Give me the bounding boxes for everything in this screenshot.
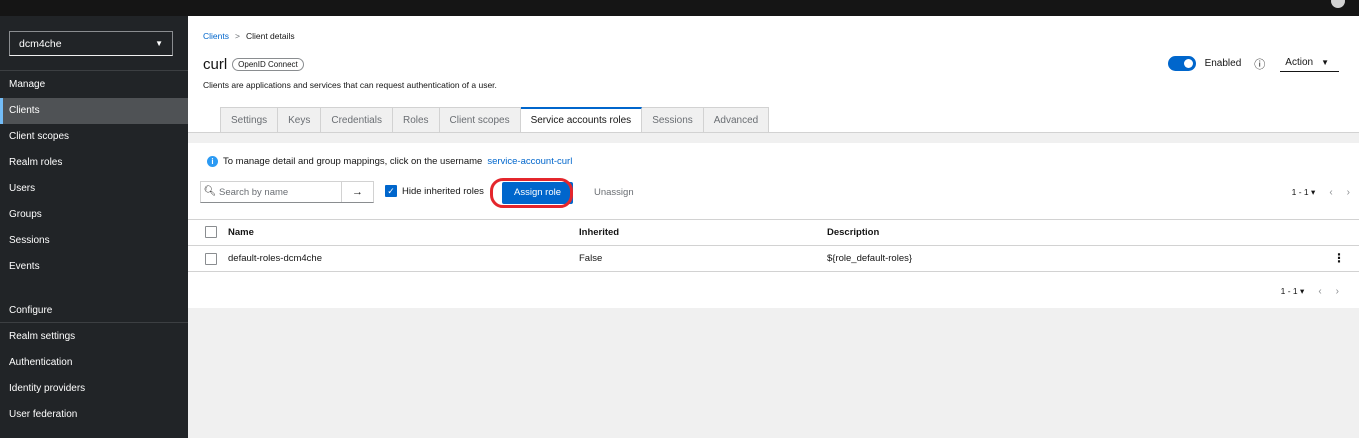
sidebar-item-client-scopes[interactable]: Client scopes: [0, 124, 188, 150]
sidebar-item-clients[interactable]: Clients: [0, 98, 188, 124]
checkbox-checked-icon[interactable]: ✓: [385, 185, 397, 197]
sidebar-item-realm-roles[interactable]: Realm roles: [0, 150, 188, 176]
protocol-badge: OpenID Connect: [232, 58, 304, 71]
table-header: Name Inherited Description: [188, 219, 1359, 246]
realm-selector[interactable]: dcm4che ▼: [9, 31, 173, 56]
search-box: 🔍︎ →: [200, 181, 374, 203]
search-submit-arrow-icon[interactable]: →: [341, 182, 373, 202]
sidebar: dcm4che ▼ Manage Clients Client scopes R…: [0, 16, 188, 438]
sidebar-item-groups[interactable]: Groups: [0, 202, 188, 228]
header-actions: Enabled ⓘ Action ▼: [1167, 55, 1339, 72]
search-icon: 🔍︎: [203, 186, 217, 197]
sidebar-item-users[interactable]: Users: [0, 176, 188, 202]
enabled-label: Enabled: [1204, 58, 1242, 69]
user-avatar[interactable]: [1331, 0, 1345, 8]
table-row: default-roles-dcm4che False ${role_defau…: [188, 246, 1359, 272]
search-input[interactable]: [219, 182, 339, 202]
service-accounts-panel: i To manage detail and group mappings, c…: [188, 143, 1359, 308]
title-row: curl OpenID Connect: [203, 56, 304, 73]
tab-advanced[interactable]: Advanced: [703, 107, 770, 133]
row-checkbox[interactable]: [205, 253, 217, 265]
roles-table: Name Inherited Description default-roles…: [188, 219, 1359, 272]
next-page-icon[interactable]: ›: [1347, 187, 1350, 198]
prev-page-icon[interactable]: ‹: [1329, 187, 1332, 198]
kebab-menu-icon[interactable]: ⋮: [1333, 246, 1345, 270]
tab-roles[interactable]: Roles: [392, 107, 440, 133]
action-label: Action: [1285, 57, 1314, 68]
column-header-name[interactable]: Name: [228, 220, 254, 246]
tab-settings[interactable]: Settings: [220, 107, 279, 133]
tab-service-accounts-roles[interactable]: Service accounts roles: [520, 107, 643, 133]
main-content: Clients > Client details curl OpenID Con…: [188, 16, 1359, 438]
sidebar-item-realm-settings[interactable]: Realm settings: [0, 324, 188, 350]
pagination-bottom: 1 - 1 ▾ ‹ ›: [1281, 286, 1339, 297]
prev-page-icon[interactable]: ‹: [1318, 286, 1321, 297]
realm-name: dcm4che: [19, 37, 62, 50]
caret-down-icon: ▾: [1311, 187, 1316, 197]
column-header-inherited: Inherited: [579, 227, 620, 238]
unassign-button[interactable]: Unassign: [594, 187, 634, 198]
roles-toolbar: 🔍︎ → ✓ Hide inherited roles Assign role …: [200, 178, 1350, 208]
nav-divider: [0, 70, 188, 71]
role-inherited: False: [579, 253, 603, 264]
next-page-icon[interactable]: ›: [1336, 286, 1339, 297]
tab-credentials[interactable]: Credentials: [321, 107, 393, 133]
sidebar-item-sessions[interactable]: Sessions: [0, 228, 188, 254]
breadcrumb: Clients > Client details: [203, 31, 295, 41]
page-title: curl: [203, 56, 228, 73]
tab-keys[interactable]: Keys: [278, 107, 322, 133]
info-icon: i: [207, 156, 218, 167]
sidebar-item-events[interactable]: Events: [0, 254, 188, 280]
column-header-description: Description: [827, 227, 880, 238]
page-subtitle: Clients are applications and services th…: [203, 80, 497, 90]
tab-content-area: i To manage detail and group mappings, c…: [188, 133, 1359, 438]
caret-down-icon: ▼: [155, 39, 163, 48]
enabled-toggle[interactable]: [1167, 56, 1196, 71]
select-all-checkbox[interactable]: [205, 226, 217, 238]
role-description: ${role_default-roles}: [827, 253, 913, 264]
pagination-toggle[interactable]: 1 - 1 ▾: [1292, 187, 1316, 198]
nav-section-configure: Configure: [9, 305, 53, 316]
info-message: i To manage detail and group mappings, c…: [207, 156, 572, 167]
breadcrumb-current: Client details: [245, 31, 295, 41]
pagination-top: 1 - 1 ▾ ‹ ›: [1292, 187, 1350, 198]
breadcrumb-separator: >: [234, 31, 240, 41]
tab-client-scopes[interactable]: Client scopes: [439, 107, 521, 133]
breadcrumb-clients-link[interactable]: Clients: [203, 31, 229, 41]
hide-inherited-roles-checkbox[interactable]: ✓ Hide inherited roles: [385, 185, 484, 197]
nav-divider: [0, 322, 188, 323]
nav-section-manage: Manage: [9, 79, 46, 90]
highlight-ring: [490, 178, 573, 208]
caret-down-icon: ▾: [1300, 286, 1305, 296]
service-account-user-link[interactable]: service-account-curl: [487, 156, 572, 167]
client-tabs: Settings Keys Credentials Roles Client s…: [220, 107, 770, 133]
pagination-toggle[interactable]: 1 - 1 ▾: [1281, 286, 1305, 297]
sidebar-item-authentication[interactable]: Authentication: [0, 350, 188, 376]
role-name: default-roles-dcm4che: [228, 253, 322, 264]
sidebar-item-user-federation[interactable]: User federation: [0, 402, 188, 428]
caret-down-icon: ▼: [1321, 58, 1329, 67]
hide-inherited-label: Hide inherited roles: [402, 185, 484, 197]
sidebar-item-identity-providers[interactable]: Identity providers: [0, 376, 188, 402]
pagination-range: 1 - 1: [1291, 187, 1309, 197]
masthead: [0, 0, 1359, 16]
tab-sessions[interactable]: Sessions: [642, 107, 704, 133]
action-dropdown[interactable]: Action ▼: [1280, 55, 1339, 72]
pagination-range: 1 - 1: [1280, 286, 1298, 296]
info-text: To manage detail and group mappings, cli…: [223, 156, 483, 167]
help-icon[interactable]: ⓘ: [1254, 56, 1265, 72]
